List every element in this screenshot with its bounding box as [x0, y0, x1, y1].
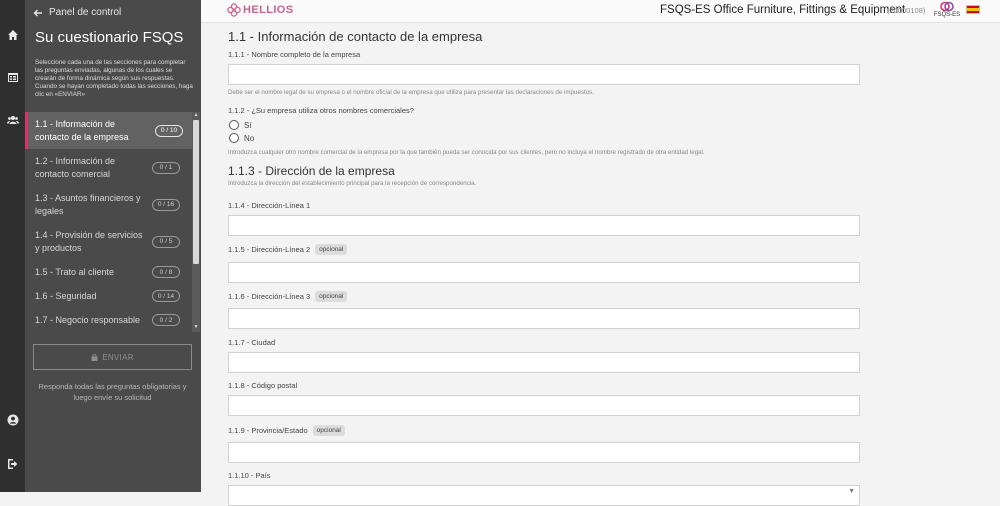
field-label-text: 1.1.6 - Dirección-Línea 3: [228, 292, 311, 301]
section-item-1-4[interactable]: 1.4 - Provisión de servicios y productos…: [25, 223, 192, 260]
submit-button[interactable]: ENVIAR: [33, 344, 192, 370]
country-label: 1.1.10 - País: [228, 471, 271, 480]
trade-names-hint: Introduzca cualquier otro nombre comerci…: [228, 149, 705, 156]
field-label-text: 1.1.8 - Código postal: [228, 381, 298, 390]
calendar-icon[interactable]: [6, 70, 19, 83]
submit-button-label: ENVIAR: [102, 352, 134, 362]
scrollbar-thumb[interactable]: [193, 120, 199, 264]
icon-rail: [0, 0, 25, 492]
address-line-3-input[interactable]: [228, 308, 860, 329]
hellios-logo[interactable]: HELLIOS: [227, 3, 293, 17]
section-progress-badge: 0 / 1: [152, 161, 180, 174]
section-progress-badge: 0 / 10: [155, 124, 183, 137]
questionnaire-description: Seleccione cada una de las secciones par…: [35, 59, 193, 98]
section-item-1-3[interactable]: 1.3 - Asuntos financieros y legales 0 / …: [25, 186, 192, 223]
section-item-1-1[interactable]: 1.1 - Información de contacto de la empr…: [25, 112, 192, 149]
sidebar: Panel de control Su cuestionario FSQS Se…: [25, 0, 201, 492]
section-list: 1.1 - Información de contacto de la empr…: [25, 112, 201, 332]
section-list-scrollbar[interactable]: ▲ ▼: [192, 112, 200, 332]
postal-code-label: 1.1.8 - Código postal: [228, 381, 297, 390]
optional-badge: opcional: [315, 244, 348, 255]
field-label-text: 1.1.9 - Provincia/Estado: [228, 426, 308, 435]
logo-text: HELLIOS: [243, 4, 294, 16]
section-progress-badge: 0 / 8: [152, 266, 180, 278]
user-account-icon[interactable]: [6, 413, 19, 426]
section-title: 1.1 - Información de contacto de la empr…: [228, 29, 483, 44]
company-id: (20000108): [887, 6, 926, 15]
users-icon[interactable]: [6, 113, 19, 126]
optional-badge: opcional: [315, 291, 348, 302]
address-section-title: 1.1.3 - Dirección de la empresa: [228, 164, 395, 178]
field-label-text: 1.1.7 - Ciudad: [228, 338, 276, 347]
radio-label: Sí: [244, 120, 252, 130]
section-progress-badge: 0 / 16: [152, 198, 180, 211]
section-label: 1.4 - Provisión de servicios y productos: [35, 230, 143, 253]
section-label: 1.5 - Trato al cliente: [35, 266, 115, 277]
field-label-text: 1.1.2 - ¿Su empresa utiliza otros nombre…: [228, 106, 414, 115]
lock-icon: [91, 354, 98, 361]
section-label: 1.7 - Negocio responsable: [35, 314, 141, 325]
scroll-up-icon[interactable]: ▲: [193, 112, 199, 119]
address-line-2-input[interactable]: [228, 262, 860, 283]
arrow-left-icon: [33, 9, 42, 16]
address-line-3-label: 1.1.6 - Dirección-Línea 3 opcional: [228, 291, 348, 302]
field-label-text: 1.1.10 - País: [228, 471, 271, 480]
company-name-input[interactable]: [228, 64, 860, 85]
section-progress-badge: 0 / 14: [152, 290, 180, 302]
spain-flag-icon[interactable]: [966, 5, 980, 14]
radio-button[interactable]: [229, 120, 239, 130]
province-input[interactable]: [228, 442, 860, 463]
address-line-1-label: 1.1.4 - Dirección-Línea 1: [228, 201, 310, 210]
logout-icon[interactable]: [6, 457, 19, 470]
questionnaire-form: 1.1 - Información de contacto de la empr…: [201, 24, 1000, 506]
section-progress-badge: 0 / 5: [152, 235, 180, 248]
optional-badge: opcional: [312, 425, 345, 436]
radio-no[interactable]: No: [229, 133, 254, 143]
back-link-label: Panel de control: [49, 7, 122, 18]
city-label: 1.1.7 - Ciudad: [228, 338, 275, 347]
back-to-dashboard-link[interactable]: Panel de control: [33, 7, 121, 18]
address-line-1-input[interactable]: [228, 215, 860, 236]
section-progress-badge: 0 / 2: [152, 314, 180, 326]
fsqs-brand: FSQS-ES: [931, 1, 963, 19]
home-icon[interactable]: [6, 28, 19, 41]
section-label: 1.3 - Asuntos financieros y legales: [35, 193, 141, 216]
scroll-down-icon[interactable]: ▼: [193, 324, 199, 331]
company-name-hint: Debe ser el nombre legal de su empresa o…: [228, 89, 594, 96]
section-label: 1.2 - Información de contacto comercial: [35, 156, 116, 179]
top-header: HELLIOS FSQS-ES Office Furniture, Fittin…: [201, 0, 1000, 23]
province-label: 1.1.9 - Provincia/Estado opcional: [228, 425, 345, 436]
section-item-1-6[interactable]: 1.6 - Seguridad 0 / 14: [25, 284, 192, 308]
section-label: 1.1 - Información de contacto de la empr…: [35, 119, 129, 142]
submit-note: Responda todas las preguntas obligatoria…: [38, 382, 187, 402]
company-name: FSQS-ES Office Furniture, Fittings & Equ…: [660, 4, 906, 16]
address-line-2-label: 1.1.5 - Dirección-Línea 2 opcional: [228, 244, 348, 255]
section-item-1-7[interactable]: 1.7 - Negocio responsable 0 / 2: [25, 308, 192, 332]
company-name-label: 1.1.1 - Nombre completo de la empresa: [228, 50, 360, 59]
field-label-text: 1.1.4 - Dirección-Línea 1: [228, 201, 311, 210]
field-label-text: 1.1.5 - Dirección-Línea 2: [228, 245, 311, 254]
questionnaire-title: Su cuestionario FSQS: [35, 29, 184, 46]
radio-button[interactable]: [229, 133, 239, 143]
fsqs-logo-icon: [940, 1, 954, 12]
field-label-text: 1.1.1 - Nombre completo de la empresa: [228, 50, 361, 59]
brand-label: FSQS-ES: [933, 12, 961, 18]
country-select[interactable]: ▼: [228, 485, 860, 506]
hellios-flower-icon: [227, 3, 241, 17]
postal-code-input[interactable]: [228, 395, 860, 416]
radio-label: No: [244, 133, 255, 143]
section-item-1-5[interactable]: 1.5 - Trato al cliente 0 / 8: [25, 260, 192, 284]
trade-names-question: 1.1.2 - ¿Su empresa utiliza otros nombre…: [228, 106, 414, 115]
radio-yes[interactable]: Sí: [229, 120, 252, 130]
section-item-1-2[interactable]: 1.2 - Información de contacto comercial …: [25, 149, 192, 186]
section-label: 1.6 - Seguridad: [35, 290, 97, 301]
address-hint: Introduzca la dirección del establecimie…: [228, 180, 477, 187]
city-input[interactable]: [228, 352, 860, 373]
